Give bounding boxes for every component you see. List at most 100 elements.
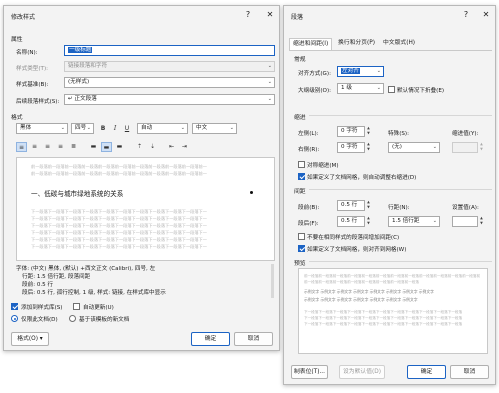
indent-value-spinner[interactable]: ▲ ▼ bbox=[479, 142, 484, 153]
space-before-spinner[interactable]: ▲ ▼ bbox=[366, 200, 371, 211]
indent-right-label: 右侧(R): bbox=[298, 147, 320, 153]
single-spacing-icon[interactable]: ▬ bbox=[88, 142, 99, 152]
snap-to-grid-checkbox[interactable] bbox=[298, 245, 305, 252]
language-select[interactable]: 中文 ⌄ bbox=[192, 123, 237, 134]
collapsed-default-checkbox[interactable] bbox=[388, 86, 395, 93]
chevron-down-icon: ⌄ bbox=[376, 68, 381, 74]
tab-indent-spacing[interactable]: 缩进和间距(I) bbox=[289, 38, 333, 50]
add-to-gallery-label: 添加到样式库(S) bbox=[21, 305, 63, 311]
space-after-input[interactable]: 0.5 行 bbox=[337, 216, 365, 227]
only-this-doc-radio[interactable] bbox=[11, 315, 18, 322]
mirror-indent-checkbox[interactable] bbox=[298, 161, 305, 168]
font-size-select[interactable]: 四号 ⌄ bbox=[71, 123, 94, 134]
space-after-value: 0.5 行 bbox=[341, 218, 358, 224]
template-docs-radio[interactable] bbox=[69, 315, 76, 322]
cancel-button[interactable]: 取消 bbox=[450, 365, 489, 379]
align-right-icon[interactable]: ≡ bbox=[42, 142, 53, 152]
preview-prev-line: 前一段落前一段落前一段落前一段落前一段落前一段落前一段落前一段落前一段落前一段落… bbox=[31, 164, 207, 169]
outline-level-select[interactable]: 1 级 ⌄ bbox=[337, 83, 384, 94]
style-type-label: 样式类型(T): bbox=[16, 66, 49, 72]
language-value: 中文 bbox=[196, 125, 208, 131]
preview-line: 前一段落前一段落前一段落前一段落前一段落前一段落前一段落前一段落 bbox=[304, 280, 419, 284]
paragraph-dialog: 段落 ? ✕ 缩进和间距(I) 换行和分页(P) 中文版式(H) 常规 对齐方式… bbox=[283, 5, 496, 385]
alignment-label: 对齐方式(G): bbox=[298, 71, 331, 77]
double-spacing-icon[interactable]: ▬ bbox=[114, 142, 125, 152]
indent-value-label: 缩进值(Y): bbox=[452, 131, 479, 137]
line-spacing-select[interactable]: 1.5 倍行距 ⌄ bbox=[388, 216, 440, 227]
next-style-select[interactable]: ↵ 正文段落 ⌄ bbox=[64, 94, 275, 105]
add-to-gallery-checkbox[interactable] bbox=[11, 303, 18, 310]
paragraph-titlebar: 段落 ? ✕ bbox=[284, 6, 495, 25]
preview-line: 下一段落下一段落下一段落下一段落下一段落下一段落下一段落下一段落下一段落下一段落… bbox=[304, 322, 463, 326]
space-before-input[interactable]: 0.5 行 bbox=[337, 200, 365, 211]
increase-indent-icon[interactable]: ⇥ bbox=[179, 142, 190, 152]
help-icon[interactable]: ? bbox=[243, 10, 253, 20]
no-space-same-style-checkbox[interactable] bbox=[298, 233, 305, 240]
format-menu-button[interactable]: 格式(O) ▾ bbox=[11, 332, 49, 346]
cancel-button[interactable]: 取消 bbox=[234, 332, 273, 346]
set-default-button[interactable]: 设为默认值(D) bbox=[339, 365, 385, 379]
spacing-section-label: 间距 bbox=[294, 189, 306, 195]
tab-line-page-breaks[interactable]: 换行和分页(P) bbox=[335, 38, 378, 50]
close-icon[interactable]: ✕ bbox=[481, 10, 491, 20]
ok-button[interactable]: 确定 bbox=[407, 365, 446, 379]
description-scrollbar[interactable] bbox=[271, 264, 274, 298]
space-before-icon[interactable]: ⇡ bbox=[134, 142, 145, 152]
tabs-button[interactable]: 制表位(T)... bbox=[291, 365, 328, 379]
font-color-value: 自动 bbox=[141, 125, 153, 131]
template-docs-label: 基于该模板的新文档 bbox=[79, 317, 130, 323]
indent-left-input[interactable]: 0 字符 bbox=[337, 126, 365, 137]
indent-left-spinner[interactable]: ▲ ▼ bbox=[366, 126, 371, 137]
next-style-label: 后续段落样式(S): bbox=[16, 99, 60, 105]
alignment-select[interactable]: 左对齐 ⌄ bbox=[337, 66, 384, 77]
underline-button[interactable]: U bbox=[123, 124, 131, 134]
auto-update-checkbox[interactable] bbox=[73, 303, 80, 310]
modify-style-dialog: 修改样式 ? ✕ 属性 名称(N): 一级标题 样式类型(T): 链接段落和字符… bbox=[3, 5, 280, 351]
alignment-value: 左对齐 bbox=[341, 68, 360, 74]
indent-value-input[interactable] bbox=[452, 142, 478, 153]
chevron-down-icon: ⌄ bbox=[86, 125, 91, 131]
space-after-spinner[interactable]: ▲ ▼ bbox=[366, 216, 371, 227]
chevron-down-icon: ⌄ bbox=[432, 218, 437, 224]
description-line: 段前: 0.5 行 bbox=[22, 282, 54, 288]
spacing-rule bbox=[309, 189, 492, 190]
font-color-select[interactable]: 自动 ⌄ bbox=[137, 123, 188, 134]
preview-section-label: 预览 bbox=[294, 261, 306, 267]
space-after-icon[interactable]: ⇣ bbox=[147, 142, 158, 152]
align-left-icon[interactable]: ≡ bbox=[16, 142, 27, 152]
distribute-icon[interactable]: ≣ bbox=[68, 142, 79, 152]
indent-right-input[interactable]: 0 字符 bbox=[337, 142, 365, 153]
indent-right-spinner[interactable]: ▲ ▼ bbox=[366, 142, 371, 153]
font-select[interactable]: 黑体 ⌄ bbox=[16, 123, 68, 134]
font-value: 黑体 bbox=[20, 125, 32, 131]
set-value-label: 设置值(A): bbox=[452, 205, 479, 211]
indent-right-value: 0 字符 bbox=[341, 144, 358, 150]
name-input[interactable]: 一级标题 bbox=[64, 45, 275, 56]
font-size-value: 四号 bbox=[75, 125, 87, 131]
style-description: 字体: (中文) 黑体, (默认) +西文正文 (Calibri), 四号, 左… bbox=[16, 264, 275, 300]
help-icon[interactable]: ? bbox=[461, 10, 471, 20]
close-icon[interactable]: ✕ bbox=[265, 10, 275, 20]
decrease-indent-icon[interactable]: ⇤ bbox=[166, 142, 177, 152]
italic-button[interactable]: I bbox=[111, 124, 119, 134]
style-type-select: 链接段落和字符 ⌄ bbox=[64, 61, 275, 72]
name-label: 名称(N): bbox=[16, 50, 38, 56]
paragraph-preview-pane: 前一段落前一段落前一段落前一段落前一段落前一段落前一段落前一段落前一段落前一段落… bbox=[298, 268, 488, 354]
collapsed-default-label: 默认情况下折叠(E) bbox=[397, 88, 445, 94]
auto-right-indent-checkbox[interactable] bbox=[298, 173, 305, 180]
based-on-select[interactable]: (无样式) ⌄ bbox=[64, 77, 275, 88]
bold-button[interactable]: B bbox=[99, 124, 107, 134]
ok-button[interactable]: 确定 bbox=[191, 332, 230, 346]
chevron-down-icon: ⌄ bbox=[376, 85, 381, 91]
general-section-label: 常规 bbox=[294, 57, 306, 63]
tab-asian-typography[interactable]: 中文版式(H) bbox=[380, 38, 418, 50]
justify-icon[interactable]: ≡ bbox=[55, 142, 66, 152]
special-indent-select[interactable]: (无) ⌄ bbox=[388, 142, 440, 153]
only-this-doc-label: 仅限此文档(D) bbox=[21, 317, 58, 323]
special-indent-value: (无) bbox=[392, 144, 402, 150]
snap-to-grid-label: 如果定义了文档网格，则对齐到网格(W) bbox=[307, 247, 407, 253]
align-center-icon[interactable]: ≡ bbox=[29, 142, 40, 152]
one-half-spacing-icon[interactable]: ▬ bbox=[101, 142, 112, 152]
set-value-input[interactable] bbox=[452, 216, 478, 227]
set-value-spinner[interactable]: ▲ ▼ bbox=[479, 216, 484, 227]
